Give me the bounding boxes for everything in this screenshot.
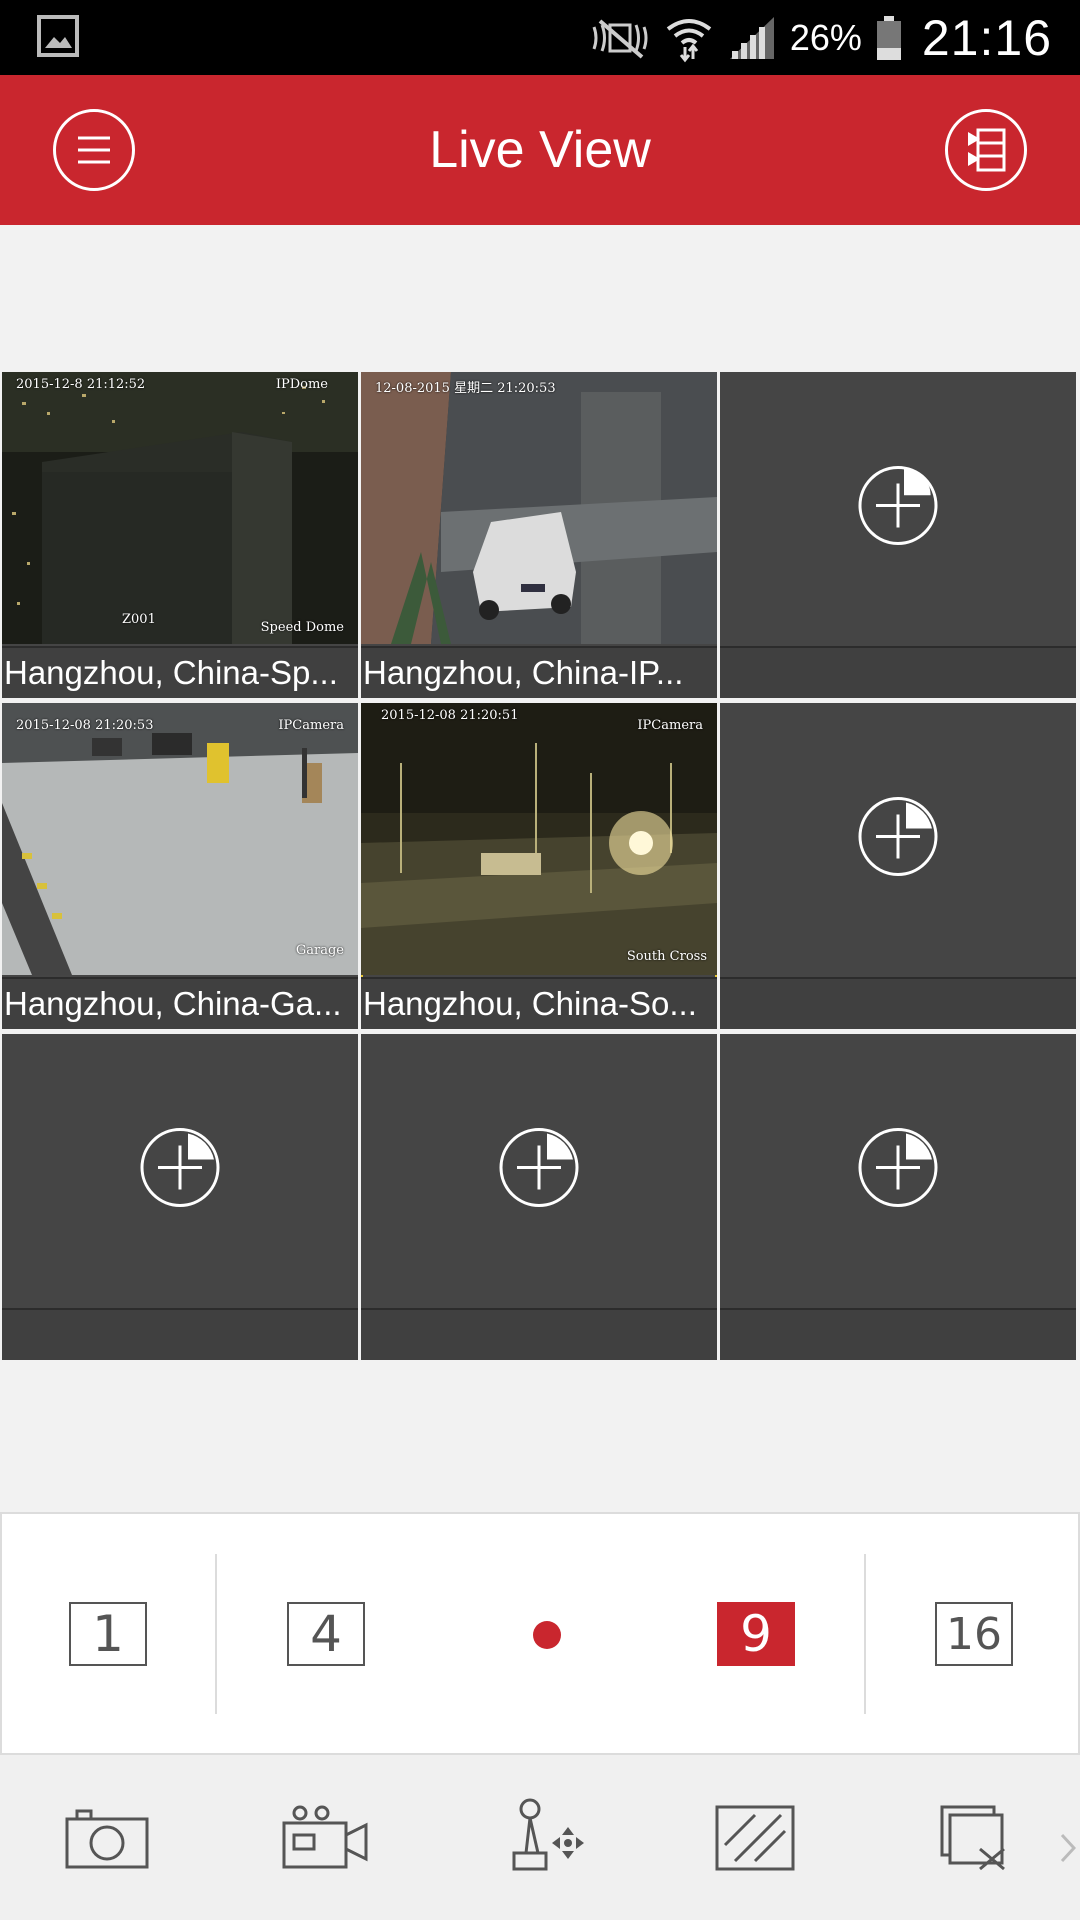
status-bar: 26% 21:16 (0, 0, 1080, 75)
osd-timestamp: 12-08-2015 星期二 21:20:53 (375, 381, 556, 396)
split-1-label: 1 (69, 1602, 147, 1666)
osd-extra: Z001 (122, 612, 156, 627)
empty-tile[interactable] (720, 372, 1076, 698)
empty-tile[interactable] (2, 1034, 358, 1360)
battery-icon (876, 15, 902, 61)
device-list-icon (968, 128, 1006, 172)
gallery-icon (37, 15, 79, 57)
add-camera-icon[interactable] (856, 464, 940, 553)
camera-feed: 2015-12-08 21:20:51 IPCamera South Cross (361, 703, 717, 975)
mute-icon (588, 17, 650, 59)
osd-camera-name: Speed Dome (260, 620, 344, 635)
add-camera-icon[interactable] (856, 1126, 940, 1215)
video-tile[interactable]: 2015-12-8 21:12:52 IPDome Z001 Speed Dom… (2, 372, 358, 698)
tile-caption: Hangzhou, China-Sp... (2, 646, 358, 698)
video-tile[interactable]: 12-08-2015 星期二 21:20:53 Hangzhou, China-… (361, 372, 717, 698)
signal-icon (728, 15, 776, 61)
tile-caption (361, 1308, 717, 1360)
osd-timestamp: 2015-12-8 21:12:52 (16, 377, 146, 392)
split-16-label: 16 (935, 1602, 1013, 1666)
split-4-label: 4 (287, 1602, 365, 1666)
tile-caption: Hangzhou, China-So... (361, 977, 717, 1029)
page-title: Live View (429, 121, 651, 179)
tile-caption (720, 646, 1076, 698)
divider (864, 1554, 866, 1714)
camera-feed: 2015-12-8 21:12:52 IPDome Z001 Speed Dom… (2, 372, 358, 644)
image-quality-icon (715, 1805, 795, 1871)
camera-feed: 2015-12-08 21:20:53 IPCamera Garage (2, 703, 358, 975)
add-camera-icon[interactable] (497, 1126, 581, 1215)
empty-tile[interactable] (361, 1034, 717, 1360)
osd-camera-type: IPDome (275, 377, 328, 392)
tile-caption (2, 1308, 358, 1360)
ptz-icon (512, 1798, 584, 1871)
clock: 21:16 (921, 9, 1052, 66)
camera-feed: 12-08-2015 星期二 21:20:53 (361, 372, 717, 644)
close-all-button[interactable] (940, 1805, 1008, 1876)
tile-caption (720, 977, 1076, 1029)
battery-percent: 26% (789, 16, 862, 58)
video-tile-selected[interactable]: 2015-12-08 21:20:51 IPCamera South Cross… (361, 703, 717, 1029)
osd-camera-name: Garage (295, 943, 344, 958)
split-9-label: 9 (717, 1602, 795, 1666)
osd-timestamp: 2015-12-08 21:20:51 (381, 708, 519, 723)
tile-caption: Hangzhou, China-IP... (361, 646, 717, 698)
video-tile[interactable]: 2015-12-08 21:20:53 IPCamera Garage Hang… (2, 703, 358, 1029)
divider (215, 1554, 217, 1714)
split-1-button[interactable]: 1 (69, 1602, 147, 1668)
osd-camera-type: IPCamera (637, 718, 703, 733)
empty-tile[interactable] (720, 1034, 1076, 1360)
more-tools-button[interactable] (1060, 1833, 1077, 1868)
live-view-grid: 2015-12-8 21:12:52 IPDome Z001 Speed Dom… (0, 372, 1080, 1362)
split-16-button[interactable]: 16 (935, 1602, 1013, 1668)
record-button[interactable] (282, 1805, 368, 1874)
add-camera-icon[interactable] (856, 795, 940, 884)
split-4-button[interactable]: 4 (287, 1602, 365, 1668)
empty-tile[interactable] (720, 703, 1076, 1029)
split-9-button[interactable]: 9 (717, 1602, 795, 1668)
add-camera-icon[interactable] (138, 1126, 222, 1215)
image-quality-button[interactable] (715, 1805, 795, 1876)
window-split-bar: 1 4 9 16 (0, 1512, 1080, 1755)
chevron-right-icon (1060, 1833, 1077, 1863)
page-indicator-dot (533, 1621, 561, 1649)
close-all-icon (940, 1805, 1005, 1871)
app-bar: Live View (0, 75, 1080, 225)
tile-caption (720, 1308, 1076, 1360)
osd-timestamp: 2015-12-08 21:20:53 (16, 718, 154, 733)
device-list-button[interactable] (945, 109, 1027, 191)
camera-icon (65, 1809, 149, 1869)
record-icon (282, 1805, 368, 1869)
ptz-button[interactable] (508, 1797, 590, 1878)
osd-camera-type: IPCamera (278, 718, 344, 733)
osd-camera-name: South Cross (626, 949, 707, 964)
wifi-icon (664, 13, 714, 63)
tile-caption: Hangzhou, China-Ga... (2, 977, 358, 1029)
capture-button[interactable] (65, 1805, 149, 1874)
bottom-toolbar (0, 1755, 1080, 1920)
